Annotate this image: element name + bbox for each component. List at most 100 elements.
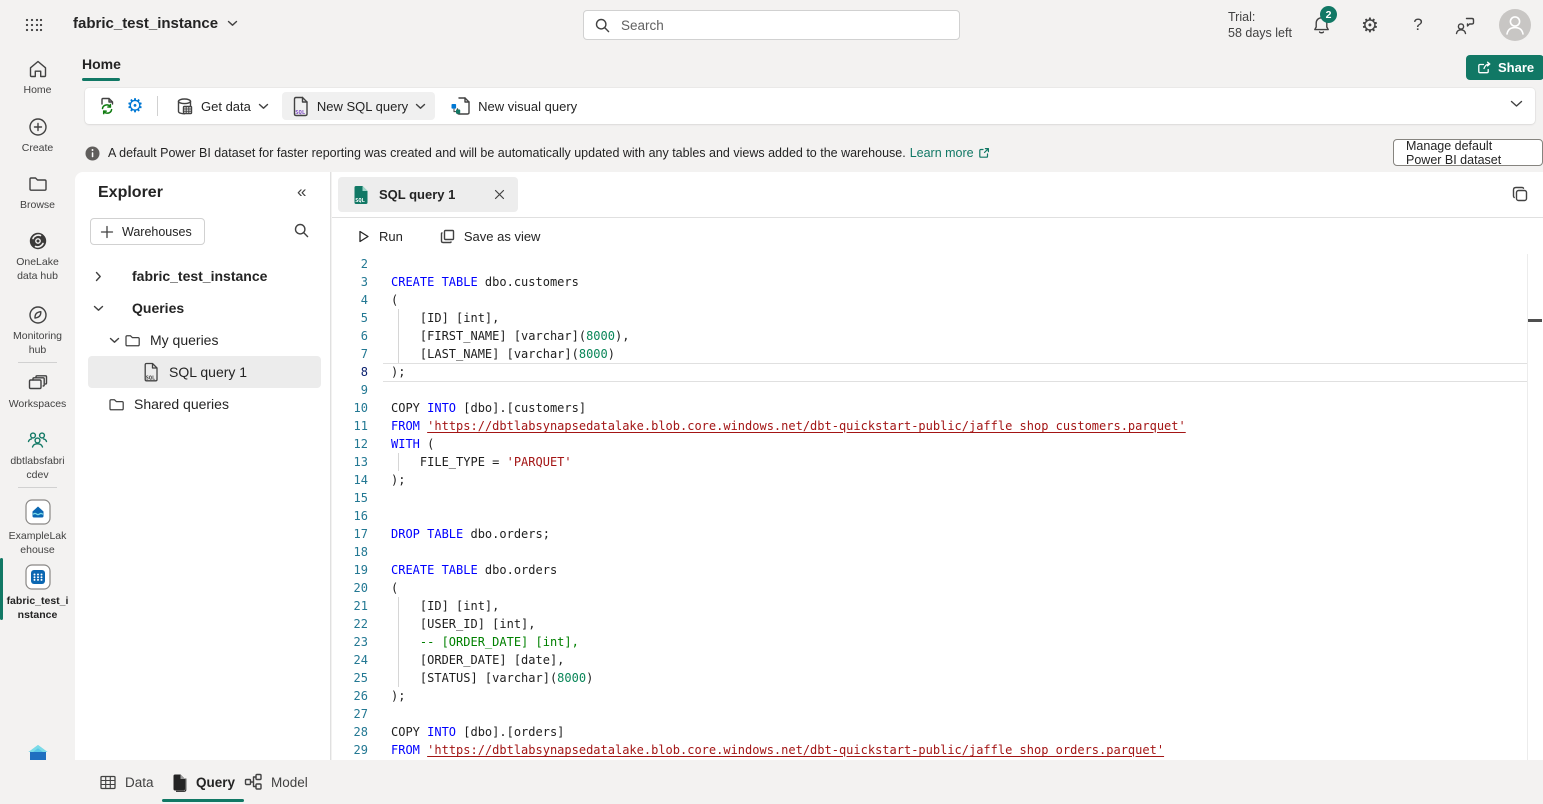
rail-item-workspaces[interactable]: Workspaces bbox=[0, 371, 75, 412]
code-line[interactable]: 27 bbox=[332, 705, 1543, 723]
rail-item-label: OneLakedata hub bbox=[0, 256, 75, 283]
tab-home[interactable]: Home bbox=[82, 56, 121, 72]
tree-item-shared-queries[interactable]: Shared queries bbox=[75, 388, 329, 420]
tab-sql-query-1[interactable]: SQL SQL query 1 bbox=[338, 177, 518, 212]
code-line[interactable]: 23 -- [ORDER_DATE] [int], bbox=[332, 633, 1543, 651]
code-line[interactable]: 3CREATE TABLE dbo.customers bbox=[332, 273, 1543, 291]
chevron-right-icon[interactable] bbox=[92, 271, 104, 282]
tree-item-label: My queries bbox=[150, 332, 218, 348]
save-view-icon bbox=[439, 228, 456, 245]
code-line[interactable]: 26); bbox=[332, 687, 1543, 705]
line-number: 16 bbox=[332, 507, 368, 525]
rail-divider bbox=[18, 362, 57, 363]
model-icon bbox=[244, 773, 263, 791]
code-line[interactable]: 18 bbox=[332, 543, 1543, 561]
chevron-down-icon[interactable] bbox=[108, 337, 120, 344]
code-line[interactable]: 29FROM 'https://dbtlabsynapsedatalake.bl… bbox=[332, 741, 1543, 759]
save-as-view-button[interactable]: Save as view bbox=[433, 222, 547, 250]
editor-overview-ruler[interactable] bbox=[1527, 254, 1528, 760]
code-line[interactable]: 20( bbox=[332, 579, 1543, 597]
rail-item-fabric-test-instance[interactable]: fabric_test_instance bbox=[0, 562, 75, 622]
rail-item-examplelakehouse[interactable]: ExampleLakehouse bbox=[0, 497, 75, 557]
external-link-icon bbox=[978, 147, 990, 159]
feedback-icon[interactable] bbox=[1451, 12, 1477, 38]
code-line[interactable]: 6 [FIRST_NAME] [varchar](8000), bbox=[332, 327, 1543, 345]
code-line[interactable]: 10COPY INTO [dbo].[customers] bbox=[332, 399, 1543, 417]
code-line[interactable]: 13 FILE_TYPE = 'PARQUET' bbox=[332, 453, 1543, 471]
table-icon bbox=[99, 774, 117, 791]
rail-item-create[interactable]: Create bbox=[0, 115, 75, 156]
new-sql-query-button[interactable]: SQL New SQL query bbox=[282, 92, 435, 120]
line-number: 17 bbox=[332, 525, 368, 543]
help-icon[interactable]: ? bbox=[1405, 12, 1431, 38]
run-button[interactable]: Run bbox=[350, 222, 409, 250]
code-line[interactable]: 21 [ID] [int], bbox=[332, 597, 1543, 615]
copy-icon[interactable] bbox=[1511, 185, 1529, 203]
workspace-title-dropdown[interactable]: fabric_test_instance bbox=[73, 15, 238, 32]
code-line[interactable]: 24 [ORDER_DATE] [date], bbox=[332, 651, 1543, 669]
view-tab-model[interactable]: Model bbox=[244, 760, 308, 804]
code-line[interactable]: 16 bbox=[332, 507, 1543, 525]
line-number: 24 bbox=[332, 651, 368, 669]
database-icon bbox=[175, 97, 194, 116]
chevron-down-icon bbox=[415, 103, 426, 110]
search-box[interactable] bbox=[583, 10, 960, 40]
rail-item-monitoring-hub[interactable]: Monitoringhub bbox=[0, 303, 75, 357]
tree-item-queries[interactable]: Queries bbox=[75, 292, 329, 324]
collapse-panel-icon[interactable]: « bbox=[297, 182, 306, 202]
new-warehouse-button[interactable]: Warehouses bbox=[90, 218, 205, 245]
tree-item-fabric-test-instance[interactable]: fabric_test_instance bbox=[75, 260, 329, 292]
tree-item-sql-query-1[interactable]: SQLSQL query 1 bbox=[88, 356, 321, 388]
learn-more-link[interactable]: Learn more bbox=[910, 146, 990, 160]
rail-item-label: Monitoringhub bbox=[0, 330, 75, 357]
code-line[interactable]: 4( bbox=[332, 291, 1543, 309]
rail-item-dbtlabsfabricdev[interactable]: dbtlabsfabricdev bbox=[0, 428, 75, 482]
settings-gear-icon[interactable]: ⚙ bbox=[1357, 12, 1383, 38]
new-visual-query-button[interactable]: New visual query bbox=[441, 92, 586, 120]
view-tab-label: Query bbox=[196, 775, 235, 790]
rail-item-browse[interactable]: Browse bbox=[0, 172, 75, 213]
rail-item-home[interactable]: Home bbox=[0, 57, 75, 98]
code-line[interactable]: 9 bbox=[332, 381, 1543, 399]
get-data-button[interactable]: Get data bbox=[166, 92, 278, 120]
query-tab-label: SQL query 1 bbox=[379, 187, 484, 202]
code-line[interactable]: 17DROP TABLE dbo.orders; bbox=[332, 525, 1543, 543]
code-line[interactable]: 11FROM 'https://dbtlabsynapsedatalake.bl… bbox=[332, 417, 1543, 435]
code-line[interactable]: 15 bbox=[332, 489, 1543, 507]
app-launcher-icon[interactable] bbox=[24, 15, 44, 35]
code-line[interactable]: 25 [STATUS] [varchar](8000) bbox=[332, 669, 1543, 687]
manage-default-dataset-button[interactable]: Manage default Power BI dataset bbox=[1393, 139, 1543, 166]
code-line[interactable]: 19CREATE TABLE dbo.orders bbox=[332, 561, 1543, 579]
active-view-underline bbox=[162, 799, 244, 802]
query-settings-gear-icon[interactable]: ⚙ bbox=[121, 92, 149, 120]
run-icon bbox=[356, 229, 371, 244]
code-editor[interactable]: 2 3CREATE TABLE dbo.customers4(5 [ID] [i… bbox=[332, 254, 1543, 760]
chevron-down-icon[interactable] bbox=[92, 305, 104, 312]
code-line[interactable]: 22 [USER_ID] [int], bbox=[332, 615, 1543, 633]
explorer-search-icon[interactable] bbox=[293, 222, 310, 239]
search-input[interactable] bbox=[619, 17, 919, 34]
user-avatar[interactable] bbox=[1499, 9, 1531, 41]
code-line[interactable]: 28COPY INTO [dbo].[orders] bbox=[332, 723, 1543, 741]
notification-badge: 2 bbox=[1320, 6, 1337, 23]
code-line[interactable]: 14); bbox=[332, 471, 1543, 489]
tree-item-my-queries[interactable]: My queries bbox=[75, 324, 329, 356]
warehouse-app-icon bbox=[0, 562, 75, 592]
svg-text:SQL: SQL bbox=[355, 198, 365, 204]
onelake-icon bbox=[0, 229, 75, 253]
code-line[interactable]: 7 [LAST_NAME] [varchar](8000) bbox=[332, 345, 1543, 363]
code-line[interactable]: 5 [ID] [int], bbox=[332, 309, 1543, 327]
code-line[interactable]: 2 bbox=[332, 255, 1543, 273]
share-button[interactable]: Share bbox=[1466, 55, 1543, 80]
refresh-document-icon[interactable] bbox=[93, 92, 121, 120]
chevron-down-icon bbox=[227, 20, 238, 27]
view-tab-query[interactable]: Query bbox=[171, 760, 235, 804]
toolbar-overflow-chevron-icon[interactable] bbox=[1510, 100, 1523, 108]
code-line[interactable]: 12WITH ( bbox=[332, 435, 1543, 453]
code-line[interactable]: 8); bbox=[332, 363, 1543, 381]
sql-file-gray-icon: SQL bbox=[142, 362, 160, 382]
tab-close-icon[interactable] bbox=[493, 188, 506, 201]
rail-item-label: ExampleLakehouse bbox=[0, 530, 75, 557]
rail-item-onelake-data-hub[interactable]: OneLakedata hub bbox=[0, 229, 75, 283]
view-tab-data[interactable]: Data bbox=[99, 760, 154, 804]
